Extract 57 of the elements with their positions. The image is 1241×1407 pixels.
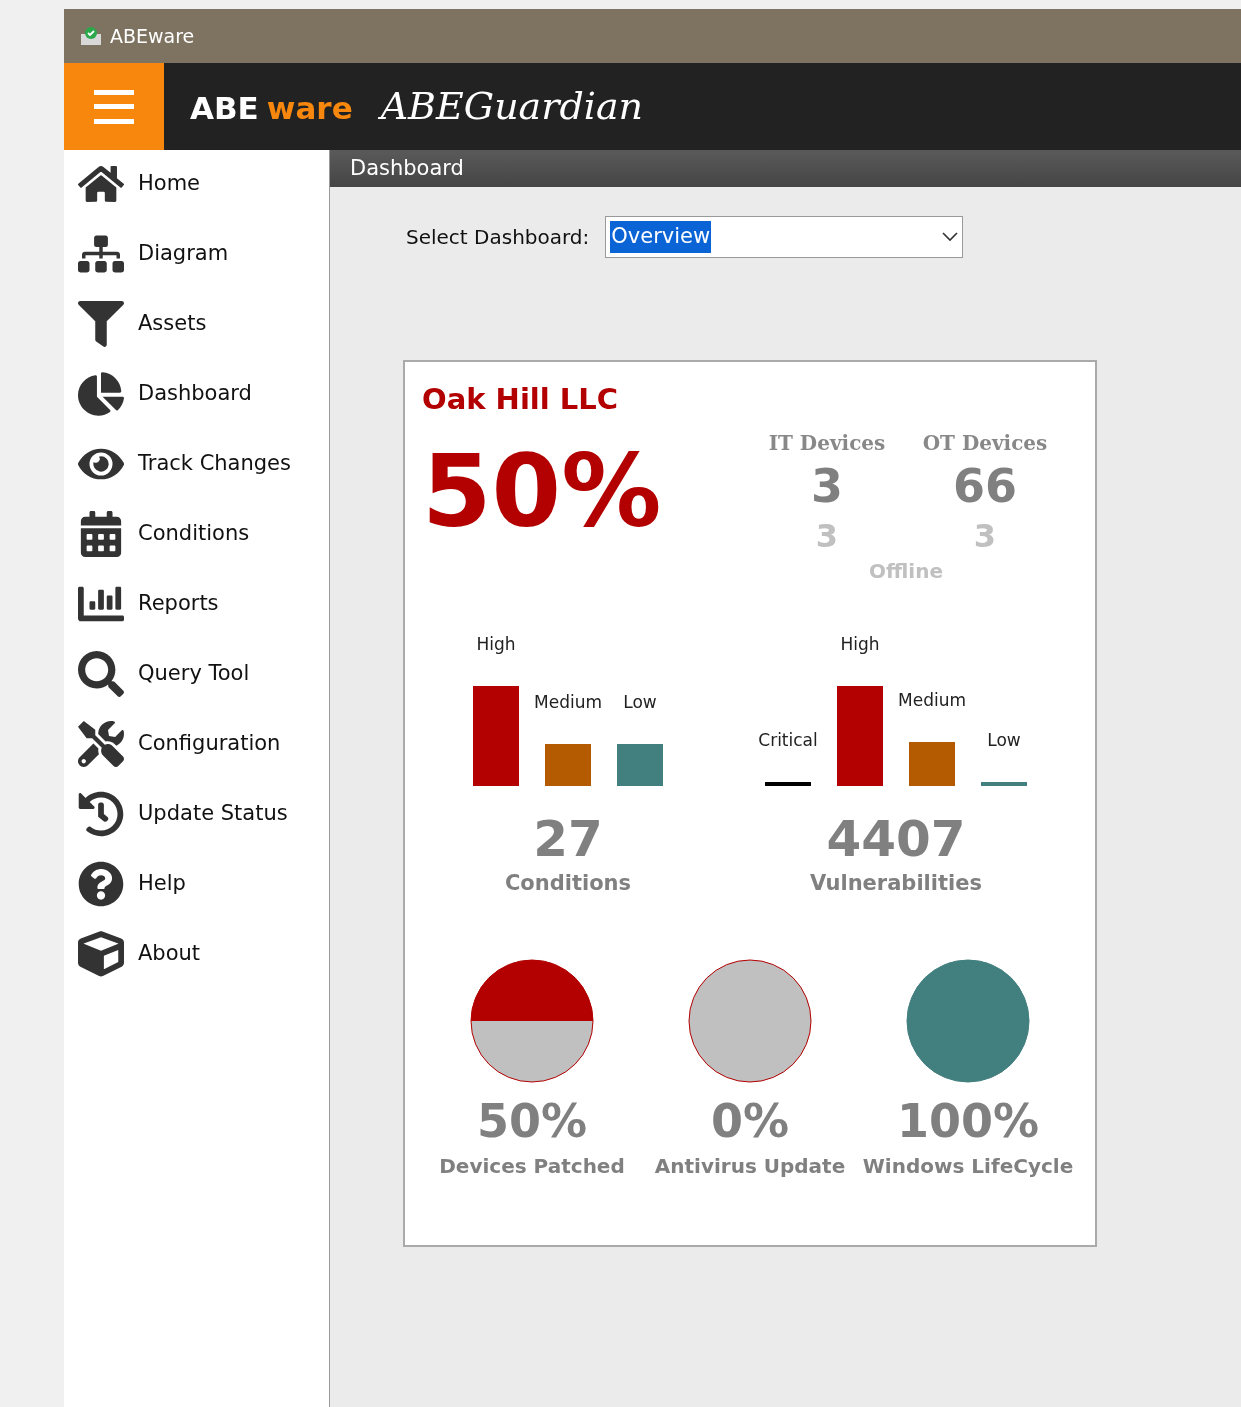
sidebar-item[interactable]: Query Tool: [64, 650, 329, 698]
pie-chart-icon: [78, 371, 124, 417]
total-label: Conditions: [504, 869, 632, 897]
funnel-icon: [78, 301, 124, 347]
chevron-down-icon: [942, 232, 959, 242]
sidebar-item[interactable]: Dashboard: [64, 370, 329, 418]
search-icon: [78, 651, 124, 697]
gauge-value: 0%: [710, 1093, 790, 1150]
gauge-label: Devices Patched: [439, 1152, 625, 1180]
tools-icon: [78, 721, 124, 767]
score-value: 50%: [422, 441, 663, 542]
device-count: 66: [953, 458, 1017, 515]
device-count: 3: [811, 458, 843, 515]
window-title: ABEware: [110, 23, 195, 49]
sidebar-item[interactable]: Configuration: [64, 720, 329, 768]
gauge-label: Antivirus Update: [654, 1152, 846, 1180]
menu-icon: [94, 89, 134, 124]
gauge-value: 50%: [476, 1093, 588, 1150]
total-count: 4407: [826, 813, 966, 864]
device-type-label: OT Devices: [922, 430, 1048, 457]
calendar-icon: [78, 511, 124, 557]
page-title: Dashboard: [350, 154, 464, 182]
offline-label: Offline: [869, 557, 943, 585]
clock-icon: [78, 791, 124, 837]
bar-label: High: [476, 633, 516, 656]
sidebar-item[interactable]: Help: [64, 860, 329, 908]
sidebar-item[interactable]: Home: [64, 160, 329, 208]
offline-count: 3: [815, 515, 839, 556]
sidebar-item[interactable]: Update Status: [64, 790, 329, 838]
menu-button[interactable]: [64, 63, 164, 150]
logo-text: ABE: [190, 89, 259, 128]
sidebar-item[interactable]: About: [64, 930, 329, 978]
device-type-label: IT Devices: [768, 430, 886, 457]
gauge-value: 100%: [896, 1093, 1040, 1150]
field-label: Select Dashboard:: [406, 224, 590, 251]
offline-count: 3: [973, 515, 997, 556]
help-icon: [78, 861, 124, 907]
sidebar-item[interactable]: Reports: [64, 580, 329, 628]
sidebar-item[interactable]: Conditions: [64, 510, 329, 558]
product-name: ABEGuardian: [380, 83, 644, 130]
sidebar-item[interactable]: Assets: [64, 300, 329, 348]
company-name: Oak Hill LLC: [422, 381, 620, 418]
total-label: Vulnerabilities: [810, 869, 982, 897]
app-icon: [80, 26, 102, 46]
bar-label: Low: [623, 691, 657, 714]
logo-text: ware: [266, 89, 353, 128]
bar-label: Medium: [898, 689, 966, 712]
bar-label: High: [840, 633, 880, 656]
gauge-label: Windows LifeCycle: [862, 1152, 1074, 1180]
bar-label: Critical: [758, 729, 818, 752]
bar-label: Medium: [534, 691, 602, 714]
sidebar-item[interactable]: Diagram: [64, 230, 329, 278]
dashboard-select[interactable]: Overview: [605, 216, 964, 258]
total-count: 27: [533, 813, 603, 864]
cube-icon: [78, 931, 124, 977]
bar-label: Low: [987, 729, 1021, 752]
sidebar-item[interactable]: Track Changes: [64, 440, 329, 488]
